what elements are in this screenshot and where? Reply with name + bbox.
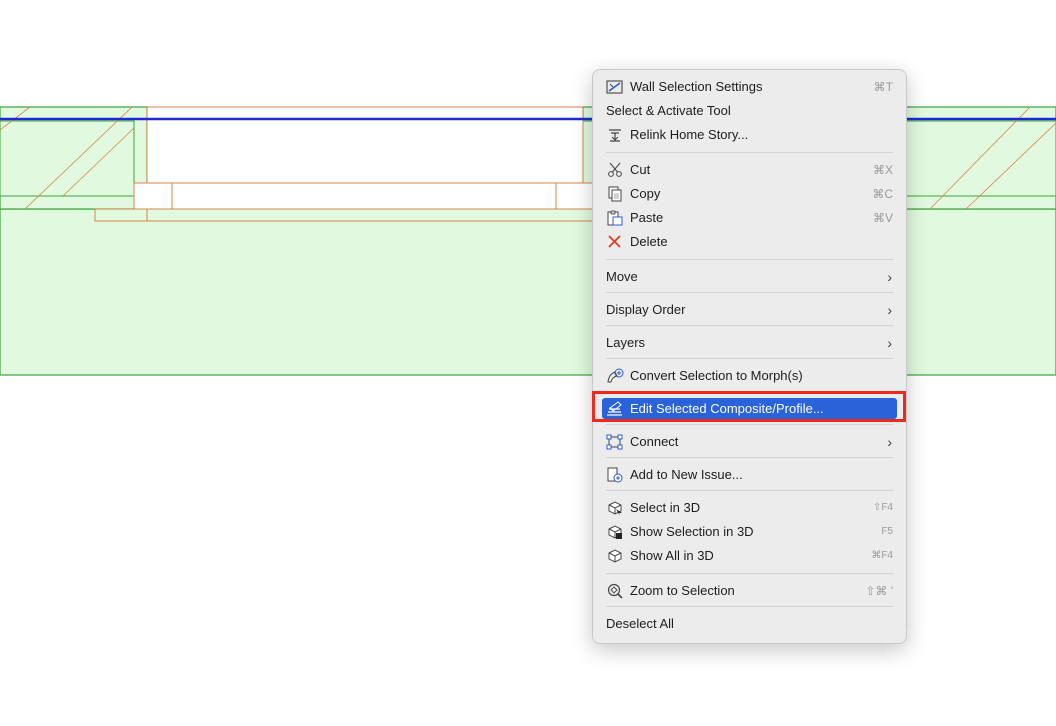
zoom-selection-icon <box>606 583 624 599</box>
menu-item-shortcut: ⌘X <box>872 163 893 177</box>
menu-item-layers[interactable]: Layers › <box>593 332 906 354</box>
menu-item-deselect-all[interactable]: Deselect All <box>593 613 906 635</box>
context-menu: Wall Selection Settings ⌘T Select & Activa… <box>592 69 907 644</box>
menu-item-label: Show All in 3D <box>630 548 714 563</box>
menu-item-paste[interactable]: Paste ⌘V <box>593 207 906 229</box>
menu-item-add-to-new-issue[interactable]: Add to New Issue... <box>593 464 906 486</box>
menu-item-convert-selection-to-morph-s[interactable]: Convert Selection to Morph(s) <box>593 365 906 387</box>
menu-item-label: Wall Selection Settings <box>630 79 763 94</box>
copy-icon <box>606 186 624 202</box>
menu-separator <box>606 259 893 260</box>
menu-item-wall-selection-settings[interactable]: Wall Selection Settings ⌘T <box>593 76 906 98</box>
opening-sill <box>133 182 595 210</box>
menu-item-shortcut: ⇧F4 <box>872 502 893 513</box>
paste-icon <box>606 210 624 226</box>
menu-item-label: Zoom to Selection <box>630 583 735 598</box>
show-selection-3d-icon <box>606 524 624 540</box>
delete-icon <box>606 234 624 250</box>
menu-item-label: Paste <box>630 210 664 225</box>
show-all-3d-icon <box>606 548 624 564</box>
menu-item-shortcut: ⌘F4 <box>871 550 893 561</box>
menu-item-delete[interactable]: Delete <box>593 231 906 253</box>
scissors-icon <box>606 162 624 178</box>
connect-icon <box>606 434 624 450</box>
menu-item-label: Convert Selection to Morph(s) <box>630 368 803 383</box>
menu-separator <box>606 490 893 491</box>
relink-story-icon <box>606 127 624 143</box>
menu-item-label: Select in 3D <box>630 500 701 515</box>
menu-item-show-all-in-3d[interactable]: Show All in 3D ⌘F4 <box>593 545 906 567</box>
issue-icon <box>606 467 624 483</box>
menu-item-select-in-3d[interactable]: Select in 3D ⇧F4 <box>593 497 906 519</box>
menu-separator <box>606 325 893 326</box>
chevron-right-icon: › <box>887 269 892 285</box>
menu-item-label: Select & Activate Tool <box>606 103 731 118</box>
menu-item-label: Delete <box>630 234 668 249</box>
menu-item-copy[interactable]: Copy ⌘C <box>593 183 906 205</box>
menu-item-shortcut: ⇧⌘ ' <box>865 584 893 598</box>
wall-settings-icon <box>606 79 624 95</box>
annotation-highlight-box <box>592 391 906 422</box>
menu-item-shortcut: ⌘T <box>873 80 893 94</box>
morph-icon <box>606 368 624 384</box>
menu-separator <box>606 358 893 359</box>
menu-item-label: Layers <box>606 335 646 350</box>
menu-item-move[interactable]: Move › <box>593 266 906 288</box>
select-3d-icon <box>606 500 624 516</box>
menu-separator <box>606 292 893 293</box>
menu-separator <box>606 152 893 153</box>
menu-item-display-order[interactable]: Display Order › <box>593 299 906 321</box>
menu-item-cut[interactable]: Cut ⌘X <box>593 159 906 181</box>
menu-separator <box>606 573 893 574</box>
wall-left-core <box>0 120 135 197</box>
menu-item-label: Display Order <box>606 302 686 317</box>
menu-separator <box>606 424 893 425</box>
menu-item-label: Relink Home Story... <box>630 127 749 142</box>
menu-item-connect[interactable]: Connect › <box>593 431 906 453</box>
menu-item-label: Connect <box>630 434 679 449</box>
menu-item-label: Show Selection in 3D <box>630 524 754 539</box>
menu-item-zoom-to-selection[interactable]: Zoom to Selection ⇧⌘ ' <box>593 580 906 602</box>
menu-separator <box>606 606 893 607</box>
menu-item-label: Cut <box>630 162 651 177</box>
menu-item-label: Move <box>606 269 638 284</box>
menu-separator <box>606 457 893 458</box>
menu-item-label: Copy <box>630 186 661 201</box>
chevron-right-icon: › <box>887 302 892 318</box>
chevron-right-icon: › <box>887 335 892 351</box>
menu-item-relink-home-story[interactable]: Relink Home Story... <box>593 124 906 146</box>
menu-item-select-activate-tool[interactable]: Select & Activate Tool <box>593 100 906 122</box>
opening-threshold <box>94 208 596 222</box>
menu-item-label: Add to New Issue... <box>630 467 743 482</box>
chevron-right-icon: › <box>887 434 892 450</box>
menu-item-shortcut: ⌘C <box>872 187 893 201</box>
menu-item-label: Deselect All <box>606 616 674 631</box>
menu-item-shortcut: F5 <box>881 526 893 537</box>
menu-item-show-selection-in-3d[interactable]: Show Selection in 3D F5 <box>593 521 906 543</box>
menu-item-shortcut: ⌘V <box>872 211 893 225</box>
